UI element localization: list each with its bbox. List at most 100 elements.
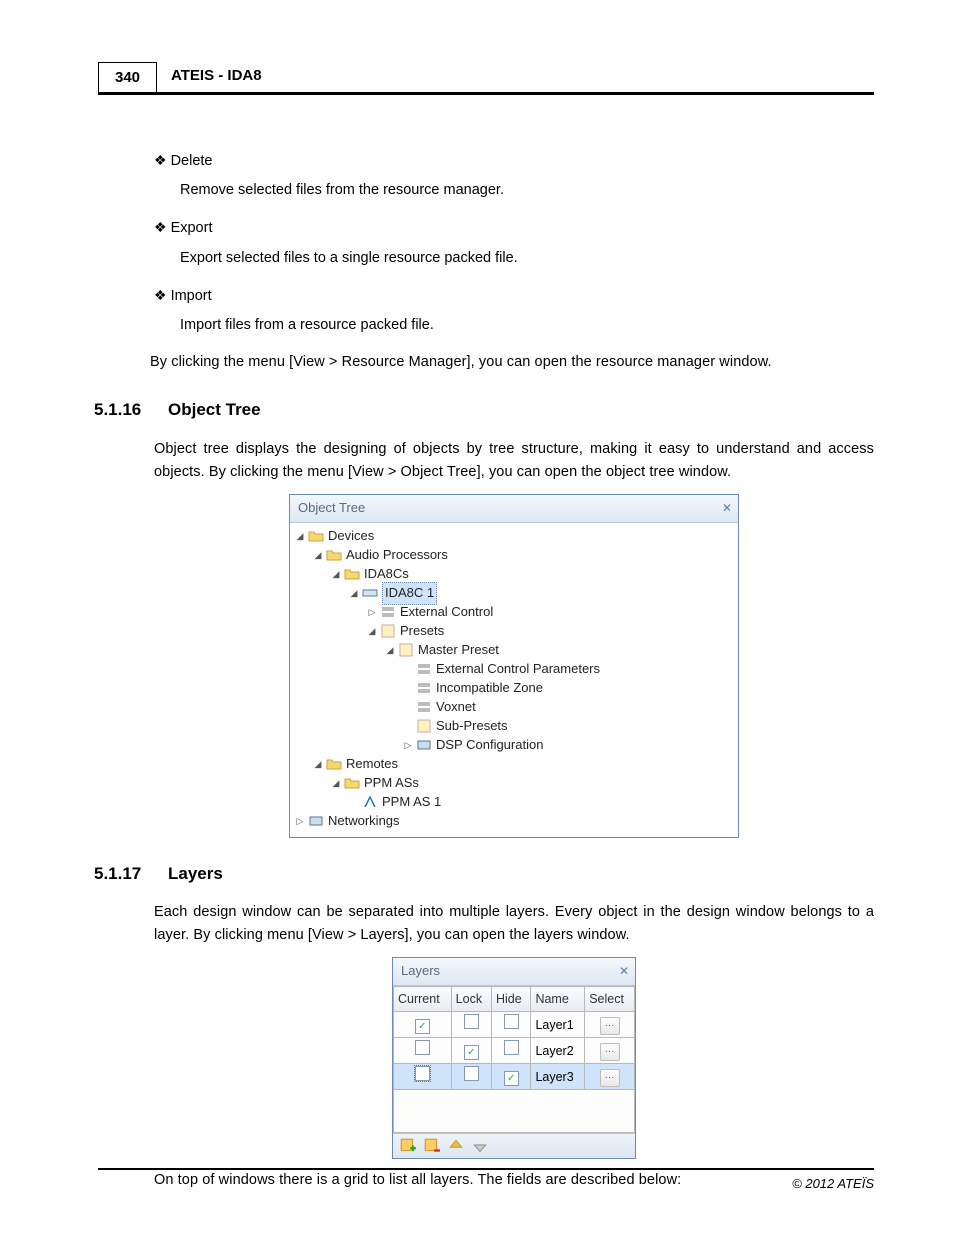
select-button[interactable]: ··· [600,1069,620,1087]
tree-item-networkings[interactable]: ▷ Networkings [294,812,734,831]
tree-item-master-preset[interactable]: ◢ Master Preset [294,641,734,660]
checkbox-lock[interactable] [464,1045,479,1060]
page-header: 340 ATEIS - IDA8 [98,62,874,95]
expander-open-icon[interactable]: ◢ [348,587,360,599]
expander-closed-icon[interactable]: ▷ [402,739,414,751]
expander-open-icon[interactable]: ◢ [312,549,324,561]
expander-open-icon[interactable]: ◢ [312,758,324,770]
paragraph: Object tree displays the designing of ob… [154,438,874,484]
col-name: Name [531,987,585,1012]
tree-label: External Control Parameters [436,659,600,680]
layers-panel: Layers ✕ Current Lock Hide Name Select [392,957,636,1159]
tree-label: Remotes [346,754,398,775]
checkbox-lock[interactable] [464,1014,479,1029]
bullet-delete: ❖Delete [154,149,874,173]
grid-empty-area [393,1090,635,1133]
tree-item-ext-ctrl-params[interactable]: External Control Parameters [294,660,734,679]
tree-label: External Control [400,602,493,623]
table-header-row: Current Lock Hide Name Select [394,987,635,1012]
object-tree-panel: Object Tree ✕ ◢ Devices ◢ Audio Processo… [289,494,739,838]
folder-icon [344,566,360,582]
folder-icon [344,775,360,791]
tree-item-external-control[interactable]: ▷ External Control [294,603,734,622]
layer-name-cell: Layer1 [531,1012,585,1038]
checkbox-hide[interactable] [504,1040,519,1055]
tree-item-ppm-ass[interactable]: ◢ PPM ASs [294,774,734,793]
tree-body[interactable]: ◢ Devices ◢ Audio Processors ◢ IDA8Cs [290,523,738,837]
expander-closed-icon[interactable]: ▷ [294,815,306,827]
tree-label: Presets [400,621,444,642]
select-button[interactable]: ··· [600,1043,620,1061]
dsp-icon [416,737,432,753]
checkbox-current[interactable] [415,1066,430,1081]
tree-item-incompatible-zone[interactable]: Incompatible Zone [294,679,734,698]
tree-item-devices[interactable]: ◢ Devices [294,527,734,546]
tree-item-audio-processors[interactable]: ◢ Audio Processors [294,546,734,565]
tree-item-dsp-config[interactable]: ▷ DSP Configuration [294,736,734,755]
tree-item-remotes[interactable]: ◢ Remotes [294,755,734,774]
checkbox-hide[interactable] [504,1071,519,1086]
checkbox-lock[interactable] [464,1066,479,1081]
expander-open-icon[interactable]: ◢ [384,644,396,656]
page-number: 340 [98,62,157,92]
table-row[interactable]: Layer3 ··· [394,1064,635,1090]
expander-open-icon[interactable]: ◢ [330,568,342,580]
expander-open-icon[interactable]: ◢ [330,777,342,789]
move-down-icon[interactable] [471,1137,489,1155]
tree-label: DSP Configuration [436,735,543,756]
table-row[interactable]: Layer2 ··· [394,1038,635,1064]
close-icon[interactable]: ✕ [619,962,629,981]
select-button[interactable]: ··· [600,1017,620,1035]
bullet-export: ❖Export [154,216,874,240]
col-lock: Lock [451,987,491,1012]
section-number: 5.1.17 [94,860,168,887]
tree-item-ppm-as-1[interactable]: PPM AS 1 [294,793,734,812]
move-up-icon[interactable] [447,1137,465,1155]
add-layer-icon[interactable] [399,1137,417,1155]
bullet-title: Delete [171,153,213,169]
col-current: Current [394,987,452,1012]
tree-label: Devices [328,526,374,547]
section-title: Object Tree [168,396,261,423]
expander-open-icon[interactable]: ◢ [366,625,378,637]
table-row[interactable]: Layer1 ··· [394,1012,635,1038]
layer-name-cell: Layer3 [531,1064,585,1090]
tree-item-presets[interactable]: ◢ Presets [294,622,734,641]
remove-layer-icon[interactable] [423,1137,441,1155]
folder-icon [326,756,342,772]
preset-icon [416,718,432,734]
folder-icon [326,547,342,563]
tree-label: PPM ASs [364,773,419,794]
device-icon [362,585,378,601]
section-title: Layers [168,860,223,887]
tree-item-ida8cs[interactable]: ◢ IDA8Cs [294,565,734,584]
bullet-desc: Remove selected files from the resource … [180,179,874,202]
tree-label: PPM AS 1 [382,792,441,813]
params-icon [416,661,432,677]
bullet-desc: Export selected files to a single resour… [180,247,874,270]
zone-icon [416,680,432,696]
section-number: 5.1.16 [94,396,168,423]
tree-item-ida8c-1[interactable]: ◢ IDA8C 1 [294,584,734,603]
checkbox-hide[interactable] [504,1014,519,1029]
close-icon[interactable]: ✕ [722,499,732,518]
bullet-title: Import [171,288,212,304]
diamond-bullet-icon: ❖ [154,219,167,235]
layers-toolbar [393,1133,635,1158]
tree-item-voxnet[interactable]: Voxnet [294,698,734,717]
expander-closed-icon[interactable]: ▷ [366,606,378,618]
tree-item-sub-presets[interactable]: Sub-Presets [294,717,734,736]
paragraph: Each design window can be separated into… [154,901,874,947]
tree-label: Master Preset [418,640,499,661]
document-title: ATEIS - IDA8 [171,67,262,88]
col-select: Select [585,987,635,1012]
checkbox-current[interactable] [415,1040,430,1055]
diamond-bullet-icon: ❖ [154,287,167,303]
bullet-import: ❖Import [154,284,874,308]
checkbox-current[interactable] [415,1019,430,1034]
expander-open-icon[interactable]: ◢ [294,530,306,542]
tree-label: Voxnet [436,697,476,718]
tree-label: Sub-Presets [436,716,508,737]
bullet-title: Export [171,220,213,236]
layers-grid[interactable]: Current Lock Hide Name Select Layer1 ··· [393,986,635,1090]
